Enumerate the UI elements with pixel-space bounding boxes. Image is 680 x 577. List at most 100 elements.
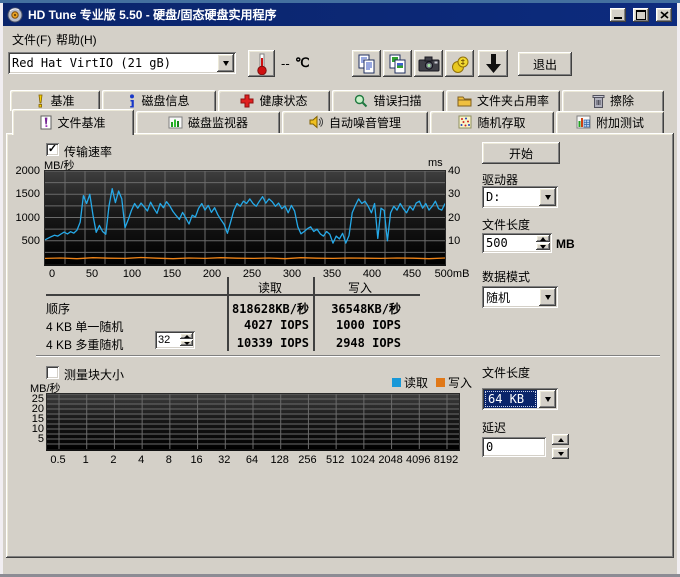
target-drive-arrow[interactable] bbox=[539, 188, 556, 206]
file-length-label: 文件长度 bbox=[482, 216, 530, 233]
chevron-down-icon bbox=[545, 295, 551, 300]
drive-select-value: Red Hat VirtIO (21 gB) bbox=[8, 52, 215, 74]
speaker-icon bbox=[309, 115, 324, 129]
menu-file[interactable]: 文件(F) bbox=[8, 29, 55, 50]
tab-extra-tests-label: 附加测试 bbox=[596, 114, 644, 131]
tab-disk-monitor[interactable]: 磁盘监视器 bbox=[136, 111, 280, 133]
temperature-unit: ℃ bbox=[295, 55, 310, 71]
queue-depth-value: 32 bbox=[155, 331, 178, 349]
minimize-icon bbox=[614, 17, 622, 19]
row-4k-multi-label: 4 KB 多重随机 bbox=[46, 336, 123, 353]
down-arrow-icon bbox=[483, 53, 503, 75]
tab-benchmark[interactable]: 基准 bbox=[10, 90, 100, 111]
file-length-spinner[interactable]: 500 bbox=[482, 233, 552, 253]
row-4k-single-write: 1000 IOPS bbox=[316, 318, 401, 332]
file-length-unit: MB bbox=[556, 237, 575, 251]
tab-random-access-label: 随机存取 bbox=[477, 114, 525, 131]
tab-benchmark-label: 基准 bbox=[50, 92, 74, 109]
maximize-icon bbox=[636, 10, 646, 20]
tab-aam[interactable]: 自动噪音管理 bbox=[282, 111, 428, 133]
block-file-length-select[interactable]: 64 KB bbox=[482, 388, 558, 410]
data-mode-arrow[interactable] bbox=[539, 288, 556, 306]
save-results-button[interactable] bbox=[478, 50, 508, 77]
tab-disk-info[interactable]: 磁盘信息 bbox=[102, 90, 216, 111]
donate-button[interactable] bbox=[445, 50, 474, 77]
table-divider-2 bbox=[313, 277, 315, 351]
data-mode-select[interactable]: 随机 bbox=[482, 286, 558, 308]
queue-depth-down-button[interactable] bbox=[180, 340, 193, 346]
magnifier-icon bbox=[354, 94, 368, 108]
chart1-plot-area bbox=[44, 170, 446, 266]
info-icon bbox=[128, 94, 136, 108]
spin-down-icon bbox=[184, 342, 190, 345]
benchmark-icon bbox=[35, 94, 45, 108]
tab-health[interactable]: 健康状态 bbox=[218, 90, 330, 111]
screenshot-button[interactable] bbox=[414, 50, 443, 77]
check-icon: ✓ bbox=[48, 144, 57, 155]
delay-down-button[interactable] bbox=[552, 448, 569, 459]
spin-down-icon bbox=[540, 245, 546, 249]
queue-depth-spinner[interactable]: 32 bbox=[155, 331, 195, 349]
section-divider bbox=[36, 355, 660, 357]
file-benchmark-icon bbox=[40, 115, 52, 130]
close-button[interactable] bbox=[656, 8, 672, 22]
target-drive-select[interactable]: D: bbox=[482, 186, 558, 208]
extra-tests-icon bbox=[576, 115, 591, 129]
maximize-button[interactable] bbox=[633, 8, 649, 22]
row-sequential-write: 36548KB/秒 bbox=[316, 300, 401, 317]
delay-input[interactable]: 0 bbox=[482, 437, 546, 457]
chart2-plot-area bbox=[46, 393, 460, 451]
tab-extra-tests[interactable]: 附加测试 bbox=[556, 111, 664, 133]
thermometer-icon bbox=[255, 53, 269, 75]
close-icon bbox=[660, 11, 669, 19]
drive-select-arrow[interactable] bbox=[217, 54, 234, 72]
copy-image-icon bbox=[388, 54, 408, 74]
data-mode-label: 数据模式 bbox=[482, 268, 530, 285]
title-bar[interactable]: HD Tune 专业版 5.50 - 硬盘/固态硬盘实用程序 bbox=[3, 3, 677, 26]
tab-error-scan[interactable]: 错误扫描 bbox=[332, 90, 444, 111]
delay-value: 0 bbox=[486, 440, 493, 454]
copy-image-button[interactable] bbox=[383, 50, 412, 77]
folder-icon bbox=[457, 94, 472, 107]
row-sequential-read: 818628KB/秒 bbox=[228, 300, 309, 317]
block-file-length-arrow[interactable] bbox=[539, 390, 556, 408]
copy-text-button[interactable] bbox=[352, 50, 381, 77]
exit-button[interactable]: 退出 bbox=[518, 52, 572, 76]
start-button-label: 开始 bbox=[509, 145, 533, 162]
table-header-rule bbox=[46, 294, 420, 296]
app-icon bbox=[7, 7, 23, 23]
hdtune-window: HD Tune 专业版 5.50 - 硬盘/固态硬盘实用程序 文件(F) 帮助(… bbox=[0, 0, 680, 577]
menu-help[interactable]: 帮助(H) bbox=[52, 29, 101, 50]
chevron-down-icon bbox=[223, 61, 229, 66]
drive-select[interactable]: Red Hat VirtIO (21 gB) bbox=[8, 52, 236, 74]
tab-random-access[interactable]: 随机存取 bbox=[430, 111, 554, 133]
delay-label: 延迟 bbox=[482, 419, 506, 436]
spin-up-icon bbox=[184, 335, 190, 338]
target-drive-value: D: bbox=[482, 186, 537, 208]
data-mode-value: 随机 bbox=[482, 286, 537, 308]
temperature-button[interactable] bbox=[248, 50, 275, 77]
tab-erase-label: 擦除 bbox=[610, 92, 634, 109]
tab-file-benchmark[interactable]: 文件基准 bbox=[12, 109, 134, 135]
tab-folder-usage[interactable]: 文件夹占用率 bbox=[446, 90, 560, 111]
temperature-value: -- bbox=[281, 56, 290, 71]
block-size-chart: MB/秒 252015105 0.51248163264128256512102… bbox=[0, 377, 470, 469]
file-length-value: 500 bbox=[482, 233, 534, 253]
start-button[interactable]: 开始 bbox=[482, 142, 560, 164]
bar-chart-icon bbox=[168, 116, 183, 129]
tab-erase[interactable]: 擦除 bbox=[562, 90, 664, 111]
coins-icon bbox=[450, 54, 470, 74]
tab-disk-info-label: 磁盘信息 bbox=[141, 92, 189, 109]
tab-folder-usage-label: 文件夹占用率 bbox=[477, 92, 549, 109]
exit-button-label: 退出 bbox=[533, 56, 557, 73]
minimize-button[interactable] bbox=[610, 8, 626, 22]
file-length-up-button[interactable] bbox=[536, 235, 550, 242]
file-length-down-button[interactable] bbox=[536, 243, 550, 250]
queue-depth-up-button[interactable] bbox=[180, 333, 193, 339]
delay-up-button[interactable] bbox=[552, 434, 569, 445]
transfer-rate-chart: MB/秒 ms 200015001000500 40302010 0501001… bbox=[0, 155, 470, 285]
row-4k-multi-write: 2948 IOPS bbox=[316, 336, 401, 350]
copy-text-icon bbox=[357, 54, 377, 74]
tab-file-benchmark-label: 文件基准 bbox=[57, 114, 105, 131]
tab-aam-label: 自动噪音管理 bbox=[329, 114, 401, 131]
